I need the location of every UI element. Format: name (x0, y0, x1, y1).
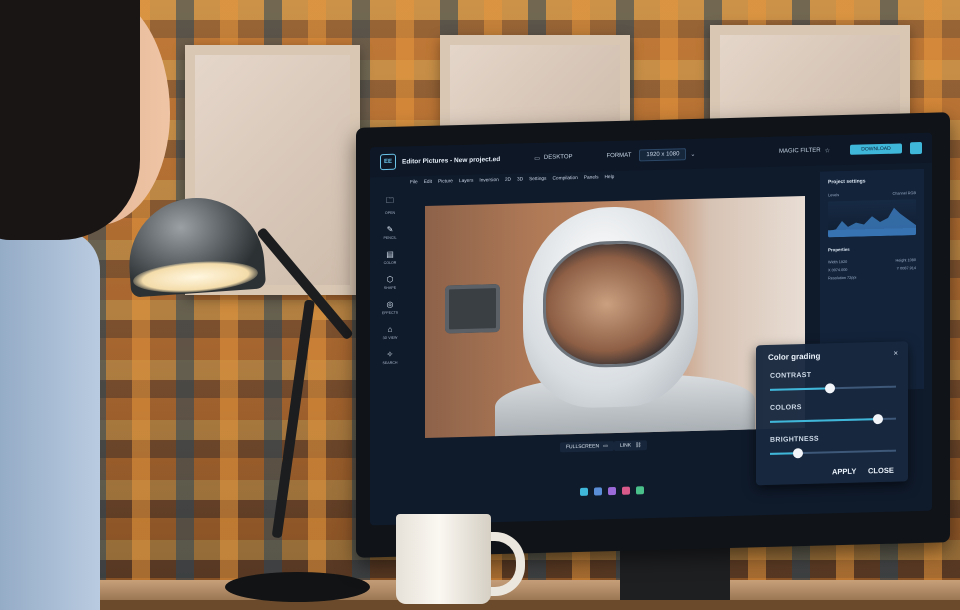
chevron-down-icon: ⌄ (690, 151, 696, 158)
tool-open[interactable]: 🗀 OPEN (385, 195, 395, 215)
height-field[interactable]: Height 1080 (896, 258, 916, 263)
coffee-mug (396, 514, 491, 604)
menu-item-2d[interactable]: 2D (505, 178, 511, 183)
menu-item-layers[interactable]: Layers (459, 179, 473, 184)
colors-fill (770, 418, 879, 423)
menu-item-picture[interactable]: Picture (438, 179, 453, 184)
contrast-fill (770, 387, 831, 391)
panel-title: Project settings (828, 178, 866, 186)
pencil-icon: ✎ (386, 224, 394, 234)
close-button[interactable]: CLOSE (868, 466, 894, 476)
brightness-label: BRIGHTNESS (770, 435, 819, 444)
monitor-icon: ▭ (603, 443, 608, 450)
app-title: Editor Pictures - New project.ed (402, 155, 501, 166)
helmet-camera (445, 284, 500, 334)
width-field[interactable]: Width 1920 (828, 260, 847, 265)
menu-item-3d[interactable]: 3D (517, 177, 523, 182)
menu-bar: File Edit Picture Layers Inversion 2D 3D… (410, 175, 614, 185)
bottom-dock (580, 486, 644, 496)
left-toolbar: 🗀 OPEN ✎ PENCIL ▤ COLOR ⬡ SHAPE ◎ EFFECT… (378, 195, 402, 366)
tool-search[interactable]: ✧ SEARCH (383, 350, 398, 365)
resolution-field[interactable]: Resolution 72ppi (828, 276, 856, 281)
editor-screen: EE Editor Pictures - New project.ed ▭ DE… (370, 132, 932, 526)
menu-item-help[interactable]: Help (604, 175, 614, 180)
levels-histogram (828, 199, 916, 238)
compass-icon: ✧ (386, 349, 394, 359)
contrast-slider-handle[interactable] (825, 383, 836, 394)
tool-3d-view[interactable]: ⌂ 3D VIEW (383, 325, 398, 340)
colors-slider[interactable] (770, 413, 896, 425)
dock-app[interactable] (636, 486, 644, 495)
cube-icon: ⬡ (386, 274, 394, 284)
app-logo: EE (380, 153, 396, 171)
brightness-slider-handle[interactable] (792, 448, 803, 459)
menu-item-settings[interactable]: Settings (529, 177, 546, 182)
colors-label: COLORS (770, 404, 802, 412)
menu-item-panels[interactable]: Panels (584, 175, 599, 180)
menu-item-edit[interactable]: Edit (424, 180, 432, 185)
magic-filter-button[interactable]: MAGIC FILTER ☆ (779, 147, 830, 155)
colors-slider-handle[interactable] (873, 413, 884, 425)
person-shirt (0, 230, 100, 610)
dock-app[interactable] (594, 487, 602, 496)
tool-effects[interactable]: ◎ EFFECTS (382, 300, 398, 315)
palette-icon: ▤ (386, 249, 394, 259)
x-field[interactable]: X 0074.000 (828, 268, 847, 273)
desktop-toggle[interactable]: ▭ DESKTOP (534, 154, 572, 162)
lamp-base (225, 572, 370, 602)
menu-item-file[interactable]: File (410, 180, 418, 185)
contrast-label: CONTRAST (770, 371, 812, 380)
brightness-slider[interactable] (770, 448, 896, 459)
glasses-icon: ◎ (386, 299, 394, 309)
dialog-title: Color grading (768, 351, 821, 362)
menu-item-compilation[interactable]: Compilation (552, 176, 577, 182)
menu-button[interactable] (910, 141, 922, 155)
close-icon[interactable]: × (893, 349, 898, 358)
person-hair (0, 0, 140, 240)
star-icon: ☆ (824, 147, 830, 155)
link-button[interactable]: LINK ⛓ (614, 440, 648, 452)
format-value: 1920 x 1080 (639, 148, 687, 162)
tool-color[interactable]: ▤ COLOR (384, 250, 397, 265)
dock-app[interactable] (580, 487, 588, 496)
photo-canvas[interactable] (425, 196, 805, 438)
menu-item-inversion[interactable]: Inversion (479, 178, 498, 184)
fullscreen-button[interactable]: FULLSCREEN ▭ (560, 441, 614, 453)
format-select[interactable]: FORMAT 1920 x 1080 ⌄ (607, 148, 696, 162)
monitor-icon: ▭ (534, 155, 540, 162)
tool-pencil[interactable]: ✎ PENCIL (384, 225, 397, 240)
home-icon: ⌂ (387, 324, 393, 334)
folder-icon: 🗀 (386, 195, 394, 205)
contrast-slider[interactable] (770, 383, 896, 394)
properties-heading: Properties (828, 246, 850, 253)
dock-app[interactable] (622, 486, 630, 495)
levels-row: Levels Channel RGB (828, 191, 916, 198)
channel-select[interactable]: RGB (908, 191, 916, 195)
tool-shape[interactable]: ⬡ SHAPE (384, 275, 396, 290)
apply-button[interactable]: APPLY (832, 467, 856, 477)
color-grading-dialog: Color grading × CONTRAST COLORS BRIGHTNE… (756, 341, 908, 486)
monitor: EE Editor Pictures - New project.ed ▭ DE… (356, 112, 950, 558)
dock-app[interactable] (608, 486, 616, 496)
astronaut-visor (543, 239, 684, 369)
y-field[interactable]: Y 0087.914 (897, 266, 916, 271)
download-button[interactable]: DOWNLOAD (850, 143, 902, 155)
link-icon: ⛓ (635, 442, 642, 449)
